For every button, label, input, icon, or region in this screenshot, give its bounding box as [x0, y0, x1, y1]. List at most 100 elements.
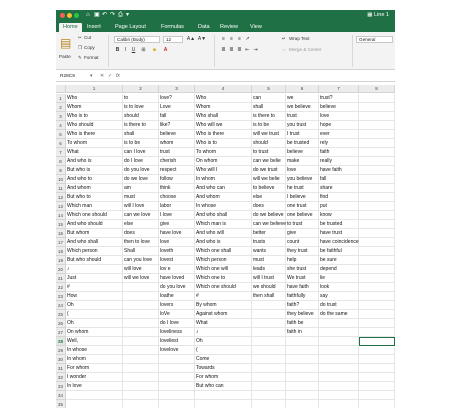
cell-r11c2[interactable]: am: [123, 184, 159, 193]
column-header-8[interactable]: 8: [359, 85, 395, 93]
home-icon[interactable]: ⌂: [86, 11, 90, 20]
cell-r7c8[interactable]: [359, 148, 395, 157]
cell-r5c7[interactable]: ever: [319, 130, 359, 139]
cell-r30c7[interactable]: [319, 355, 359, 364]
cell-r10c7[interactable]: fall: [319, 175, 359, 184]
row-header-29[interactable]: 29: [56, 346, 66, 355]
cell-r11c4[interactable]: And who can: [195, 184, 252, 193]
cell-r29c2[interactable]: [123, 346, 159, 355]
cell-r32c2[interactable]: [123, 373, 159, 382]
cell-r33c4[interactable]: But who can: [195, 382, 252, 391]
cell-r13c2[interactable]: will I love: [123, 202, 159, 211]
orientation-icon[interactable]: ↗: [244, 36, 251, 43]
cell-r29c7[interactable]: [319, 346, 359, 355]
cell-r11c5[interactable]: to believe: [252, 184, 286, 193]
enter-icon[interactable]: ✓: [108, 73, 112, 80]
cell-r7c1[interactable]: What: [66, 148, 123, 157]
cell-r26c8[interactable]: [359, 319, 395, 328]
cell-r11c3[interactable]: think: [159, 184, 195, 193]
cell-r9c2[interactable]: do you love: [123, 166, 159, 175]
cell-r15c5[interactable]: can we believe: [252, 220, 286, 229]
cell-r25c3[interactable]: loVe: [159, 310, 195, 319]
cell-r15c4[interactable]: Which man is: [195, 220, 252, 229]
wrap-text-icon[interactable]: ↵: [282, 36, 286, 42]
cell-r19c6[interactable]: help: [286, 256, 319, 265]
cell-r28c6[interactable]: [286, 337, 319, 346]
number-format-select[interactable]: General: [356, 36, 393, 43]
cell-r18c8[interactable]: [359, 247, 395, 256]
cell-r26c5[interactable]: [252, 319, 286, 328]
close-window-button[interactable]: [60, 13, 65, 18]
cancel-icon[interactable]: ✕: [100, 73, 104, 80]
cell-r29c1[interactable]: In whose: [66, 346, 123, 355]
cell-r30c4[interactable]: Come: [195, 355, 252, 364]
row-header-22[interactable]: 22: [56, 283, 66, 292]
cell-r27c4[interactable]: ♪: [195, 328, 252, 337]
cell-r4c8[interactable]: [359, 121, 395, 130]
cell-r22c6[interactable]: have faith: [286, 283, 319, 292]
row-header-26[interactable]: 26: [56, 319, 66, 328]
cell-r30c3[interactable]: [159, 355, 195, 364]
cell-r32c3[interactable]: [159, 373, 195, 382]
row-header-19[interactable]: 19: [56, 256, 66, 265]
cell-r3c6[interactable]: trust: [286, 112, 319, 121]
row-header-30[interactable]: 30: [56, 355, 66, 364]
row-header-24[interactable]: 24: [56, 301, 66, 310]
cell-r29c5[interactable]: [252, 346, 286, 355]
cell-r22c4[interactable]: Which one should: [195, 283, 252, 292]
cell-r20c8[interactable]: [359, 265, 395, 274]
cell-r7c7[interactable]: faith: [319, 148, 359, 157]
row-header-7[interactable]: 7: [56, 148, 66, 157]
cell-r3c7[interactable]: love: [319, 112, 359, 121]
cell-r26c1[interactable]: Oh: [66, 319, 123, 328]
cell-r32c6[interactable]: [286, 373, 319, 382]
row-header-35[interactable]: 35: [56, 400, 66, 408]
cell-r2c5[interactable]: shall: [252, 103, 286, 112]
cell-r34c6[interactable]: [286, 391, 319, 400]
cell-r11c7[interactable]: share: [319, 184, 359, 193]
fill-color-icon[interactable]: ◈: [151, 47, 158, 54]
align-left-icon[interactable]: ≣: [220, 47, 227, 54]
cell-r32c4[interactable]: For whom: [195, 373, 252, 382]
increase-font-button[interactable]: A▲: [186, 36, 196, 43]
row-header-6[interactable]: 6: [56, 139, 66, 148]
tab-insert[interactable]: Insert: [83, 23, 105, 32]
cell-r21c8[interactable]: [359, 274, 395, 283]
cell-r13c6[interactable]: one trust: [286, 202, 319, 211]
cell-r17c5[interactable]: trusts: [252, 238, 286, 247]
cell-r19c5[interactable]: must: [252, 256, 286, 265]
row-header-18[interactable]: 18: [56, 247, 66, 256]
cell-r6c2[interactable]: is to be: [123, 139, 159, 148]
print-icon[interactable]: ⎙: [118, 11, 123, 20]
cell-r33c6[interactable]: [286, 382, 319, 391]
cell-r31c1[interactable]: For whom: [66, 364, 123, 373]
row-header-31[interactable]: 31: [56, 364, 66, 373]
cell-r6c3[interactable]: whom: [159, 139, 195, 148]
paste-button[interactable]: Paste: [59, 54, 71, 60]
row-header-5[interactable]: 5: [56, 130, 66, 139]
cell-r32c8[interactable]: [359, 373, 395, 382]
cell-r21c1[interactable]: Just: [66, 274, 123, 283]
cell-r18c2[interactable]: Shall: [123, 247, 159, 256]
cell-r30c1[interactable]: In whom: [66, 355, 123, 364]
cell-r7c3[interactable]: trust: [159, 148, 195, 157]
cell-r31c4[interactable]: Towards: [195, 364, 252, 373]
cell-r1c5[interactable]: can: [252, 94, 286, 103]
cell-r13c5[interactable]: does: [252, 202, 286, 211]
cell-r12c2[interactable]: must: [123, 193, 159, 202]
cell-r5c3[interactable]: believe: [159, 130, 195, 139]
cell-r20c7[interactable]: depend: [319, 265, 359, 274]
cell-r27c5[interactable]: [252, 328, 286, 337]
cell-r1c3[interactable]: love?: [159, 94, 195, 103]
column-header-2[interactable]: 2: [123, 85, 159, 93]
row-header-34[interactable]: 34: [56, 391, 66, 400]
cell-r2c1[interactable]: Whom: [66, 103, 123, 112]
name-box-dropdown-icon[interactable]: ▾: [90, 73, 93, 80]
tab-view[interactable]: View: [246, 23, 266, 32]
row-header-10[interactable]: 10: [56, 175, 66, 184]
cell-r22c7[interactable]: look: [319, 283, 359, 292]
cell-r14c3[interactable]: I love: [159, 211, 195, 220]
cell-r9c1[interactable]: But who is: [66, 166, 123, 175]
cell-r18c5[interactable]: wants: [252, 247, 286, 256]
cell-r5c2[interactable]: shall: [123, 130, 159, 139]
